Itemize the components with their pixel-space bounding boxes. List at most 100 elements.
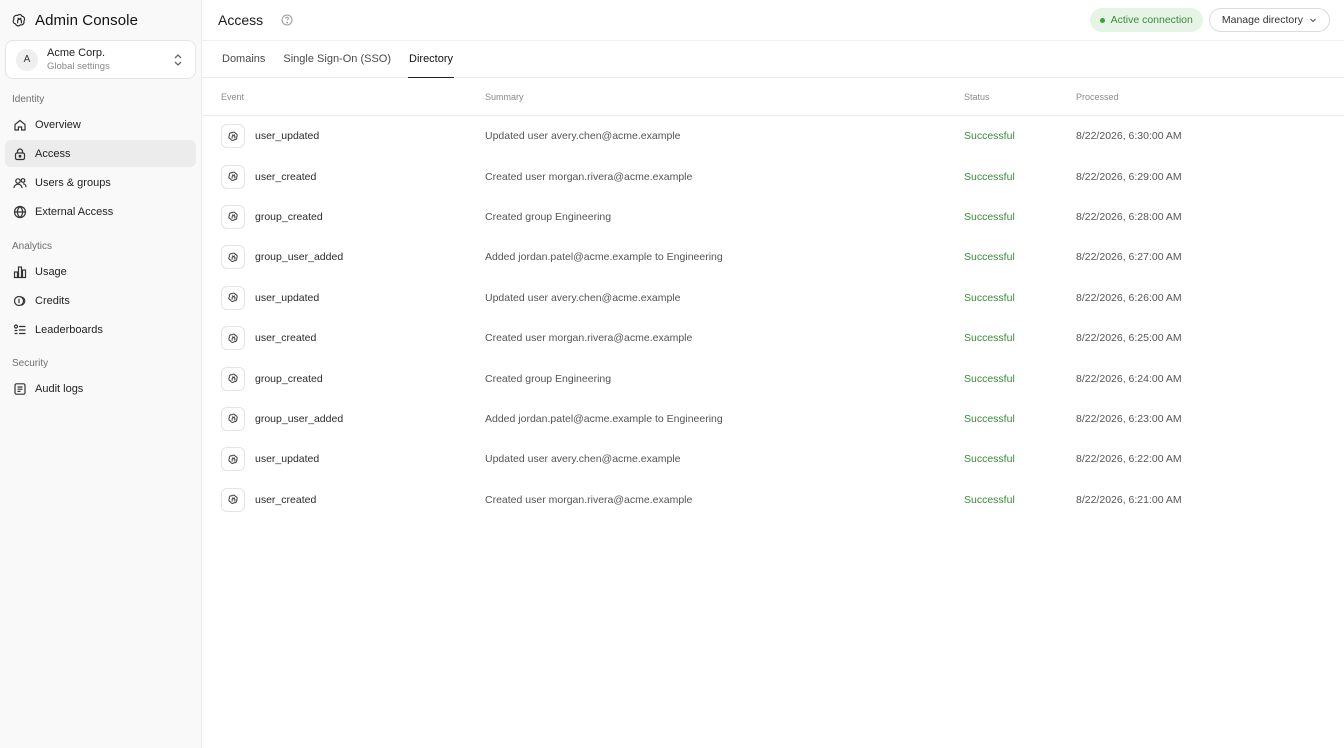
sidebar-item-users-and-groups[interactable]: Users & groups [5, 169, 196, 196]
event-source-icon [221, 487, 245, 512]
cell-event: group_created [202, 204, 485, 229]
event-source-icon [221, 285, 245, 310]
cell-processed: 8/22/2026, 6:28:00 AM [1076, 210, 1182, 223]
table-row[interactable]: user_updated Updated user avery.chen@acme… [202, 439, 1344, 479]
cell-processed: 8/22/2026, 6:26:00 AM [1076, 291, 1182, 304]
event-name: user_updated [255, 130, 320, 143]
sidebar-item-label: Audit logs [35, 382, 84, 395]
cell-processed: 8/22/2026, 6:25:00 AM [1076, 332, 1182, 345]
table-row[interactable]: user_created Created user morgan.rivera@a… [202, 480, 1344, 520]
cell-status: Successful [964, 372, 1015, 385]
event-name: user_created [255, 493, 317, 506]
help-icon[interactable] [281, 14, 293, 26]
brand: Admin Console [0, 0, 201, 40]
table-row[interactable]: user_created Created user morgan.rivera@a… [202, 318, 1344, 358]
column-header-event[interactable]: Event [202, 92, 485, 102]
sidebar-item-access[interactable]: Access [5, 140, 196, 167]
sidebar-item-label: Access [35, 147, 71, 160]
bar-chart-icon [13, 265, 27, 279]
cell-summary: Added jordan.patel@acme.example to Engin… [485, 251, 723, 264]
cell-processed: 8/22/2026, 6:29:00 AM [1076, 170, 1182, 183]
sidebar: Admin Console A Acme Corp. Global settin… [0, 0, 202, 748]
sidebar-nav: Identity Overview Access Users & groups Exte… [0, 94, 201, 402]
cell-event: user_created [202, 487, 485, 512]
org-subtitle: Global settings [47, 60, 110, 72]
sidebar-item-overview[interactable]: Overview [5, 111, 196, 138]
org-switcher[interactable]: A Acme Corp. Global settings [5, 40, 196, 79]
tab-domains[interactable]: Domains [221, 41, 266, 77]
column-header-status[interactable]: Status [964, 92, 1076, 102]
sidebar-item-external-access[interactable]: External Access [5, 198, 196, 225]
cell-processed: 8/22/2026, 6:27:00 AM [1076, 251, 1182, 264]
events-table: Event Summary Status Processed user_upda… [202, 78, 1344, 520]
org-avatar: A [16, 48, 38, 71]
cell-summary: Created user morgan.rivera@acme.example [485, 170, 693, 183]
cell-summary: Created group Engineering [485, 210, 612, 223]
sidebar-item-label: Credits [35, 294, 70, 307]
tab-single-sign-on-sso[interactable]: Single Sign-On (SSO) [282, 41, 392, 77]
event-name: group_created [255, 210, 323, 223]
users-icon [13, 176, 27, 190]
sidebar-item-credits[interactable]: Credits [5, 287, 196, 314]
cell-event: user_created [202, 164, 485, 189]
table-row[interactable]: user_updated Updated user avery.chen@acme… [202, 116, 1344, 156]
table-row[interactable]: user_updated Updated user avery.chen@acme… [202, 278, 1344, 318]
app-title: Admin Console [35, 11, 139, 29]
sidebar-section-label: Identity [12, 94, 45, 105]
cell-event: group_user_added [202, 406, 485, 431]
cell-status: Successful [964, 170, 1015, 183]
cell-summary: Created group Engineering [485, 372, 612, 385]
sidebar-item-usage[interactable]: Usage [5, 258, 196, 285]
brand-logo-icon [12, 13, 27, 28]
column-header-summary[interactable]: Summary [485, 92, 964, 102]
sidebar-item-label: External Access [35, 205, 114, 218]
event-source-icon [221, 204, 245, 229]
lock-icon [13, 147, 27, 161]
sidebar-item-label: Leaderboards [35, 323, 103, 336]
leaderboard-icon [13, 323, 27, 337]
event-name: user_created [255, 170, 317, 183]
status-dot-icon [1099, 17, 1105, 23]
sidebar-item-label: Usage [35, 265, 67, 278]
cell-event: user_updated [202, 285, 485, 310]
cell-status: Successful [964, 251, 1015, 264]
event-source-icon [221, 406, 245, 431]
event-name: user_updated [255, 291, 320, 304]
table-row[interactable]: group_user_added Added jordan.patel@acme.… [202, 399, 1344, 439]
chevron-down-icon [1309, 16, 1317, 24]
sidebar-item-audit-logs[interactable]: Audit logs [5, 375, 196, 402]
coins-icon [13, 294, 27, 308]
cell-summary: Updated user avery.chen@acme.example [485, 453, 681, 466]
table-body: user_updated Updated user avery.chen@acme… [202, 116, 1344, 520]
tab-bar: Domains Single Sign-On (SSO) Directory [202, 40, 1344, 78]
event-name: group_created [255, 372, 323, 385]
cell-status: Successful [964, 291, 1015, 304]
table-row[interactable]: group_created Created group Engineering Su… [202, 358, 1344, 398]
cell-processed: 8/22/2026, 6:22:00 AM [1076, 453, 1182, 466]
event-source-icon [221, 366, 245, 391]
tab-directory[interactable]: Directory [408, 41, 455, 78]
home-icon [13, 118, 27, 132]
cell-event: user_created [202, 326, 485, 351]
event-source-icon [221, 447, 245, 472]
app-root: Admin Console A Acme Corp. Global settin… [0, 0, 1344, 748]
sidebar-item-leaderboards[interactable]: Leaderboards [5, 316, 196, 343]
cell-summary: Updated user avery.chen@acme.example [485, 291, 681, 304]
event-name: group_user_added [255, 412, 344, 425]
org-texts: Acme Corp. Global settings [47, 47, 110, 73]
cell-status: Successful [964, 453, 1015, 466]
table-header: Event Summary Status Processed [202, 78, 1344, 116]
cell-processed: 8/22/2026, 6:30:00 AM [1076, 130, 1182, 143]
cell-event: group_user_added [202, 245, 485, 270]
table-row[interactable]: user_created Created user morgan.rivera@a… [202, 156, 1344, 196]
cell-event: group_created [202, 366, 485, 391]
table-row[interactable]: group_user_added Added jordan.patel@acme.… [202, 237, 1344, 277]
sidebar-section-label: Security [12, 358, 49, 369]
table-row[interactable]: group_created Created group Engineering Su… [202, 197, 1344, 237]
status-badge: Active connection [1089, 8, 1203, 32]
cell-summary: Created user morgan.rivera@acme.example [485, 493, 693, 506]
cell-status: Successful [964, 493, 1015, 506]
manage-directory-button[interactable]: Manage directory [1208, 8, 1330, 32]
column-header-processed[interactable]: Processed [1076, 92, 1344, 102]
status-badge-label: Active connection [1110, 14, 1193, 26]
